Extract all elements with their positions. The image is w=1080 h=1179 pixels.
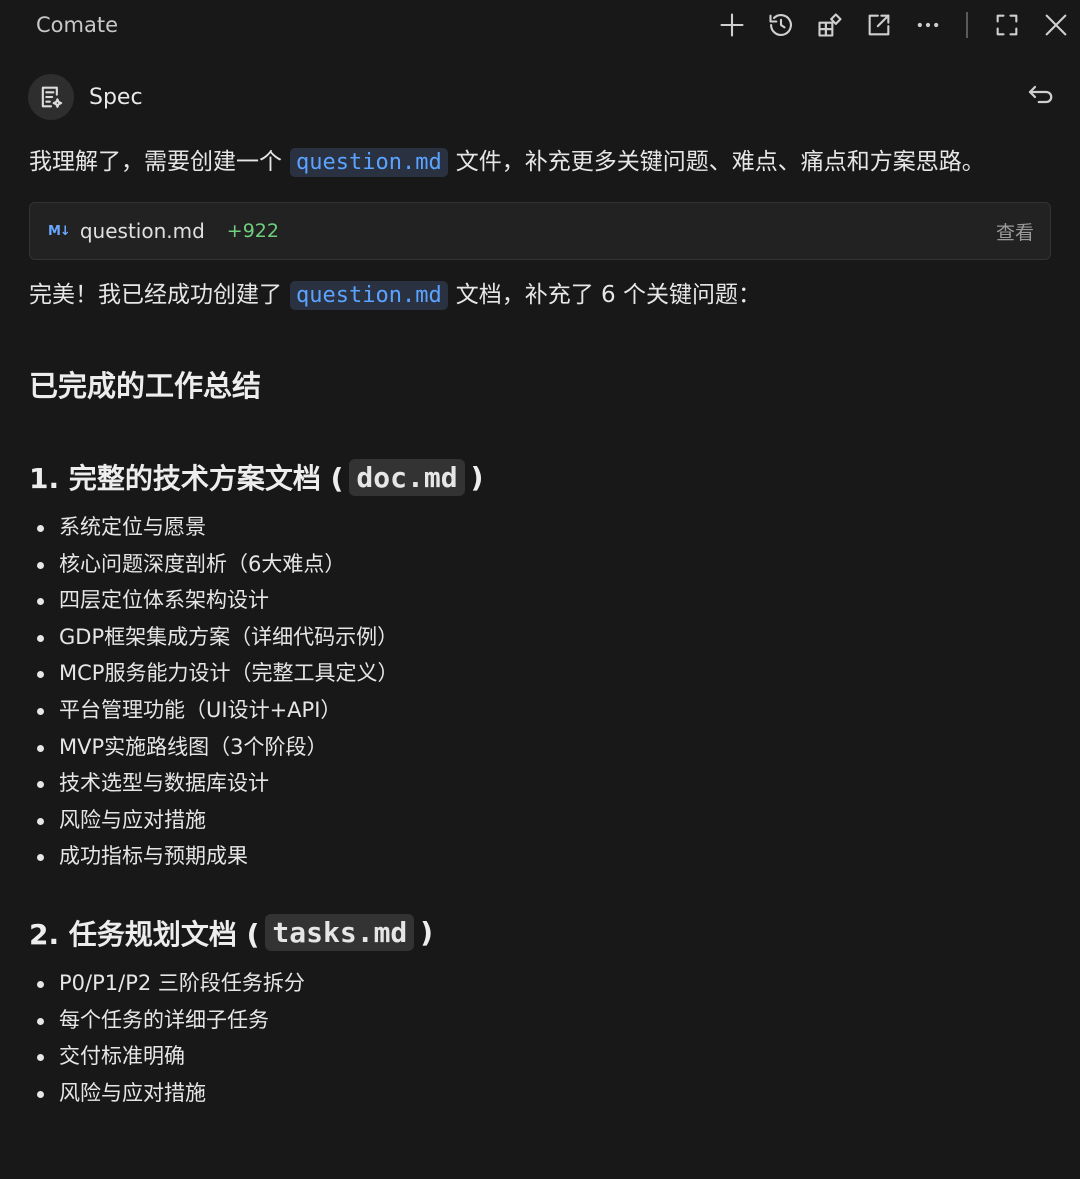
section-heading: 2. 任务规划文档 (tasks.md) (29, 913, 1039, 953)
section-title-text: 1. 完整的技术方案文档 ( (29, 462, 344, 495)
app-title: Comate (36, 13, 118, 37)
done-text-before: 完美！我已经成功创建了 (29, 282, 282, 308)
list-item: 四层定位体系架构设计 (29, 582, 1039, 619)
section-heading: 1. 完整的技术方案文档 (doc.md) (29, 457, 1039, 497)
diff-count: +922 (226, 220, 279, 242)
section-code-chip: tasks.md (265, 914, 415, 952)
spec-document-icon (41, 86, 63, 108)
section-list: 系统定位与愿景 核心问题深度剖析（6大难点） 四层定位体系架构设计 GDP框架集… (29, 509, 1039, 875)
summary-heading: 已完成的工作总结 (29, 369, 262, 403)
list-item: 核心问题深度剖析（6大难点） (29, 546, 1039, 583)
intro-message: 我理解了，需要创建一个 question.md 文件，补充更多关键问题、难点、痛点和… (29, 141, 1039, 184)
section-code-chip: doc.md (349, 458, 465, 496)
file-name: question.md (79, 219, 205, 243)
chat-content: 我理解了，需要创建一个 question.md 文件，补充更多关键问题、难点、痛点和… (29, 141, 1051, 1111)
list-item: 风险与应对措施 (29, 1075, 1039, 1112)
toolbar-separator (966, 12, 968, 38)
list-item: 平台管理功能（UI设计+API） (29, 692, 1039, 729)
done-message: 完美！我已经成功创建了 question.md 文档，补充了 6 个关键问题： (29, 274, 1039, 317)
list-item: 风险与应对措施 (29, 802, 1039, 839)
section-title-close: ) (420, 916, 434, 950)
section-list: P0/P1/P2 三阶段任务拆分 每个任务的详细子任务 交付标准明确 风险与应对… (29, 965, 1039, 1111)
maximize-icon (996, 14, 1017, 36)
inline-code-link[interactable]: question.md (290, 281, 448, 310)
section-title-text: 2. 任务规划文档 ( (29, 917, 260, 951)
list-item: 技术选型与数据库设计 (29, 765, 1039, 802)
list-item: GDP框架集成方案（详细代码示例） (29, 619, 1039, 656)
new-chat-button[interactable] (707, 0, 756, 50)
list-item: 成功指标与预期成果 (29, 838, 1039, 875)
file-change-card[interactable]: M↓ question.md +922 查看 (29, 202, 1051, 260)
section-title-close: ) (470, 460, 484, 494)
list-item: MCP服务能力设计（完整工具定义） (29, 655, 1039, 692)
more-button[interactable] (903, 0, 952, 50)
intro-text-after: 文件，补充更多关键问题、难点、痛点和方案思路。 (455, 149, 985, 175)
list-item: 每个任务的详细子任务 (29, 1002, 1039, 1039)
open-external-button[interactable] (854, 0, 903, 50)
external-link-icon (868, 14, 889, 36)
undo-button[interactable] (1020, 77, 1060, 117)
extensions-button[interactable] (805, 0, 854, 50)
mode-label: Spec (89, 84, 143, 110)
spec-mode-avatar (28, 74, 74, 120)
maximize-button[interactable] (982, 0, 1031, 50)
close-icon (1045, 14, 1066, 36)
history-button[interactable] (756, 0, 805, 50)
history-icon (768, 14, 792, 36)
undo-icon (1028, 85, 1053, 104)
list-item: 交付标准明确 (29, 1038, 1039, 1075)
list-item: MVP实施路线图（3个阶段） (29, 729, 1039, 766)
mode-header: Spec (28, 72, 1053, 122)
list-item: 系统定位与愿景 (29, 509, 1039, 546)
intro-text-before: 我理解了，需要创建一个 (29, 149, 282, 175)
done-text-after: 文档，补充了 6 个关键问题： (455, 282, 761, 308)
extensions-icon (817, 13, 842, 37)
plus-icon (719, 13, 744, 37)
markdown-icon: M↓ (48, 223, 71, 239)
toolbar (707, 0, 1080, 50)
title-bar: Comate (0, 0, 1080, 50)
view-button[interactable]: 查看 (996, 218, 1034, 245)
list-item: P0/P1/P2 三阶段任务拆分 (29, 965, 1039, 1002)
more-icon (917, 22, 938, 28)
inline-code-link[interactable]: question.md (290, 148, 448, 177)
close-button[interactable] (1031, 0, 1080, 50)
